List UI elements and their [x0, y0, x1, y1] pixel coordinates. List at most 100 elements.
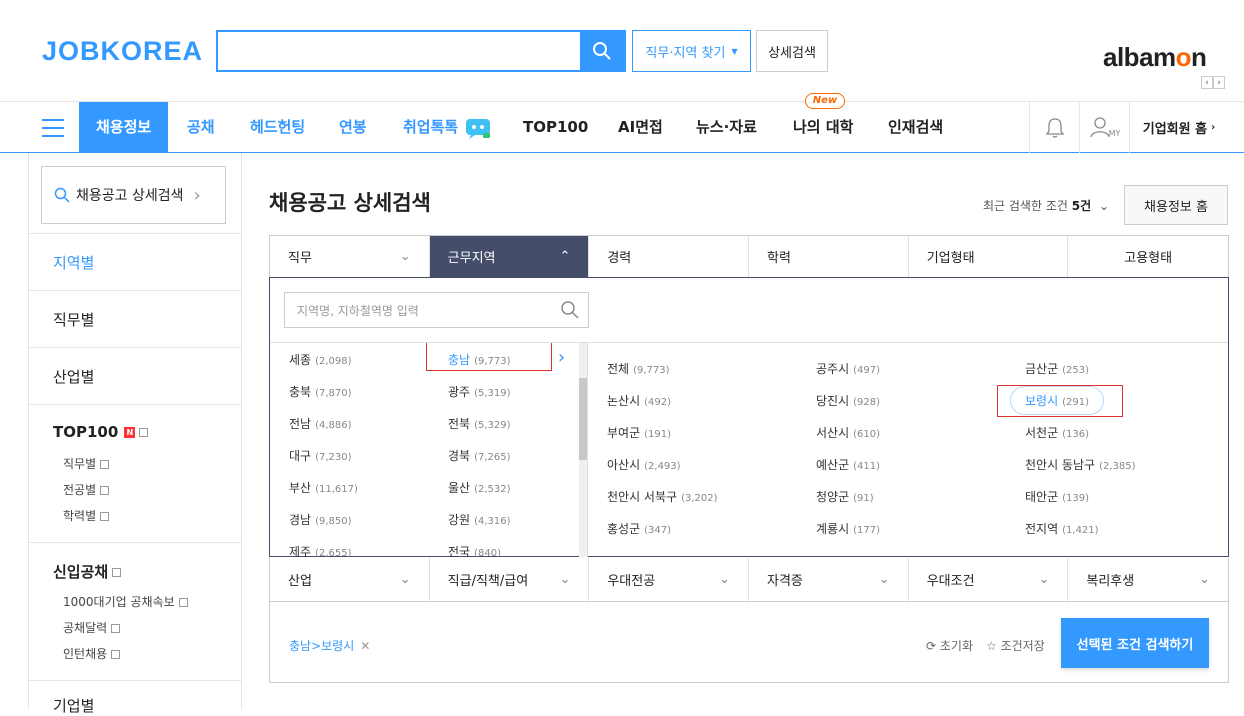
city-item[interactable]: 예산군 (411): [816, 456, 880, 473]
tab-job[interactable]: 직무 ⌄: [270, 236, 430, 277]
chevron-down-icon: ⌄: [1098, 199, 1110, 213]
tab-company-type[interactable]: 기업형태: [909, 236, 1069, 277]
region-item[interactable]: 충북 (7,870): [289, 383, 352, 400]
chevron-left-icon[interactable]: ‹: [1201, 76, 1213, 89]
chevron-right-icon[interactable]: ›: [1213, 76, 1225, 89]
region-count: (7,230): [315, 452, 352, 463]
city-name: 공주시: [816, 362, 850, 376]
sidebar-top100-major[interactable]: 전공별: [63, 481, 110, 498]
nav-recruit-info[interactable]: 채용정보: [79, 102, 169, 153]
job-location-finder-button[interactable]: 직무·지역 찾기 ▼: [632, 30, 751, 72]
city-item[interactable]: 부여군 (191): [607, 424, 671, 441]
tab-certificate[interactable]: 자격증 ⌄: [749, 558, 909, 601]
sidebar-section-job: 직무별: [29, 290, 242, 347]
search-selected-button[interactable]: 선택된 조건 검색하기: [1061, 618, 1209, 668]
reset-button[interactable]: ⟳ 초기화: [926, 637, 973, 654]
city-item[interactable]: 금산군 (253): [1025, 360, 1089, 377]
region-item[interactable]: 광주 (5,319): [448, 383, 511, 400]
region-item[interactable]: 세종 (2,098): [289, 351, 352, 368]
nav-news[interactable]: 뉴스·자료: [696, 102, 757, 153]
recruit-home-button[interactable]: 채용정보 홈: [1124, 185, 1228, 225]
region-item[interactable]: 울산 (2,532): [448, 479, 511, 496]
nav-public-recruit[interactable]: 공채: [187, 102, 215, 153]
city-item[interactable]: 천안시 동남구 (2,385): [1025, 456, 1136, 473]
region-item[interactable]: 제주 (2,655): [289, 543, 352, 557]
tab-experience[interactable]: 경력: [589, 236, 750, 277]
sidebar-detail-search-button[interactable]: 채용공고 상세검색 ›: [41, 166, 226, 224]
region-item[interactable]: 전국 (840): [448, 543, 501, 557]
selected-chip[interactable]: 충남>보령시 ✕: [289, 637, 370, 654]
region-item[interactable]: 전북 (5,329): [448, 415, 511, 432]
notification-button[interactable]: [1029, 102, 1079, 153]
sidebar-newgrad-calendar[interactable]: 공채달력: [63, 619, 121, 636]
city-item[interactable]: 계룡시 (177): [816, 520, 880, 537]
sidebar-top100-education[interactable]: 학력별: [63, 507, 110, 524]
region-name: 전국: [448, 545, 471, 557]
region-item[interactable]: 부산 (11,617): [289, 479, 358, 496]
my-page-button[interactable]: MY: [1079, 102, 1129, 153]
nav-career-talk[interactable]: 취업톡톡: [403, 102, 491, 153]
sidebar-newgrad-news[interactable]: 1000대기업 공채속보: [63, 593, 188, 610]
jobkorea-logo[interactable]: JOBKOREA: [42, 36, 203, 67]
city-item[interactable]: 천안시 서북구 (3,202): [607, 488, 718, 505]
region-item[interactable]: 대구 (7,230): [289, 447, 352, 464]
tab-rank-salary[interactable]: 직급/직책/급여 ⌄: [430, 558, 590, 601]
sidebar-newgrad[interactable]: 신입공채: [53, 561, 122, 582]
tab-industry[interactable]: 산업 ⌄: [270, 558, 430, 601]
city-item[interactable]: 홍성군 (347): [607, 520, 671, 537]
nav-ai-interview[interactable]: AI면접: [618, 102, 663, 153]
sidebar-newgrad-news-label: 1000대기업 공채속보: [63, 595, 175, 609]
city-item[interactable]: 당진시 (928): [816, 392, 880, 409]
city-count: (177): [853, 525, 881, 536]
nav-talent-search[interactable]: 인재검색: [888, 102, 943, 153]
sidebar-top100[interactable]: TOP100 N: [53, 423, 149, 441]
corporate-home-link[interactable]: 기업회원 홈 ›: [1129, 102, 1228, 153]
sidebar-newgrad-intern[interactable]: 인턴채용: [63, 645, 121, 662]
city-item[interactable]: 서천군 (136): [1025, 424, 1089, 441]
region-item[interactable]: 전남 (4,886): [289, 415, 352, 432]
region-scrollbar-thumb[interactable]: [579, 378, 587, 460]
city-item[interactable]: 서산시 (610): [816, 424, 880, 441]
location-search-field[interactable]: 지역명, 지하철역명 입력: [284, 292, 589, 328]
tab-preferred-major[interactable]: 우대전공 ⌄: [589, 558, 750, 601]
sidebar-top100-education-label: 학력별: [63, 509, 97, 523]
albamon-logo[interactable]: albamon: [1103, 42, 1207, 73]
city-item[interactable]: 태안군 (139): [1025, 488, 1089, 505]
sidebar-industry[interactable]: 산업별: [53, 366, 94, 387]
nav-top100[interactable]: TOP100: [523, 102, 588, 153]
close-icon[interactable]: ✕: [360, 639, 370, 653]
sidebar-job[interactable]: 직무별: [53, 309, 94, 330]
city-item[interactable]: 전지역 (1,421): [1025, 520, 1099, 537]
nav-salary[interactable]: 연봉: [339, 102, 367, 153]
city-item[interactable]: 청양군 (91): [816, 488, 874, 505]
city-name: 당진시: [816, 394, 850, 408]
recent-search-dropdown[interactable]: 최근 검색한 조건 5건 ⌄: [983, 197, 1109, 214]
city-item[interactable]: 아산시 (2,493): [607, 456, 681, 473]
city-name: 부여군: [607, 426, 641, 440]
city-count: (9,773): [633, 365, 670, 376]
nav-my-university[interactable]: 나의 대학: [793, 102, 853, 153]
nav-headhunting[interactable]: 헤드헌팅: [250, 102, 305, 153]
city-item[interactable]: 전체 (9,773): [607, 360, 670, 377]
city-item[interactable]: 논산시 (492): [607, 392, 671, 409]
location-panel: 지역명, 지하철역명 입력 세종 (2,098) 충북 (7,870) 전남 (4,8…: [269, 277, 1229, 557]
tab-employment-type[interactable]: 고용형태: [1068, 236, 1228, 277]
tab-preferred-condition[interactable]: 우대조건 ⌄: [909, 558, 1069, 601]
tab-welfare[interactable]: 복리후생 ⌄: [1068, 558, 1228, 601]
detail-search-button[interactable]: 상세검색: [756, 30, 828, 72]
menu-icon[interactable]: [42, 119, 64, 137]
sidebar-company[interactable]: 기업별: [53, 695, 94, 716]
search-input[interactable]: [218, 32, 580, 70]
sidebar-region[interactable]: 지역별: [53, 252, 94, 273]
main-navigation: 채용정보 공채 헤드헌팅 연봉 취업톡톡 TOP100 AI면접 뉴스·자료 나…: [0, 93, 1244, 153]
sidebar-top100-job[interactable]: 직무별: [63, 455, 110, 472]
tab-location[interactable]: 근무지역 ⌃: [429, 236, 590, 277]
search-button[interactable]: [580, 32, 624, 70]
tab-education[interactable]: 학력: [749, 236, 909, 277]
region-item[interactable]: 강원 (4,316): [448, 511, 511, 528]
save-condition-button[interactable]: ☆ 조건저장: [986, 637, 1045, 654]
region-item[interactable]: 경북 (7,265): [448, 447, 511, 464]
city-item[interactable]: 공주시 (497): [816, 360, 880, 377]
filter-tabs-bottom: 산업 ⌄ 직급/직책/급여 ⌄ 우대전공 ⌄ 자격증 ⌄ 우대조건 ⌄ 복리후생 ⌄: [269, 558, 1229, 602]
region-item[interactable]: 경남 (9,850): [289, 511, 352, 528]
